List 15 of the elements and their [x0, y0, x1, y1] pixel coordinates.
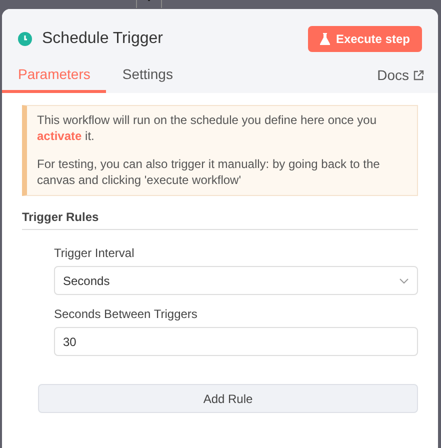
field-label: Seconds Between Triggers — [54, 307, 198, 321]
tab[interactable]: Settings — [106, 60, 189, 93]
docs-link[interactable]: Docs — [377, 67, 424, 93]
notice-text: This workflow will run on the schedule you define here once you activate it. — [37, 112, 378, 144]
add-rule-button[interactable]: Add Rule — [38, 384, 418, 413]
chevron-down-icon — [399, 278, 409, 284]
flask-icon — [320, 33, 330, 45]
field-label: Trigger Interval — [54, 246, 136, 260]
external-link-icon — [413, 70, 424, 80]
section-title: Trigger Rules — [22, 210, 418, 230]
input-field[interactable]: 30 — [54, 327, 418, 356]
clock-icon — [18, 32, 32, 46]
interval-select[interactable]: Seconds — [54, 266, 418, 295]
notice-text: For testing, you can also trigger it manually: by going back to the canvas and clicking 'execute workflow' — [37, 156, 381, 188]
node-title: Schedule Trigger — [42, 30, 163, 48]
